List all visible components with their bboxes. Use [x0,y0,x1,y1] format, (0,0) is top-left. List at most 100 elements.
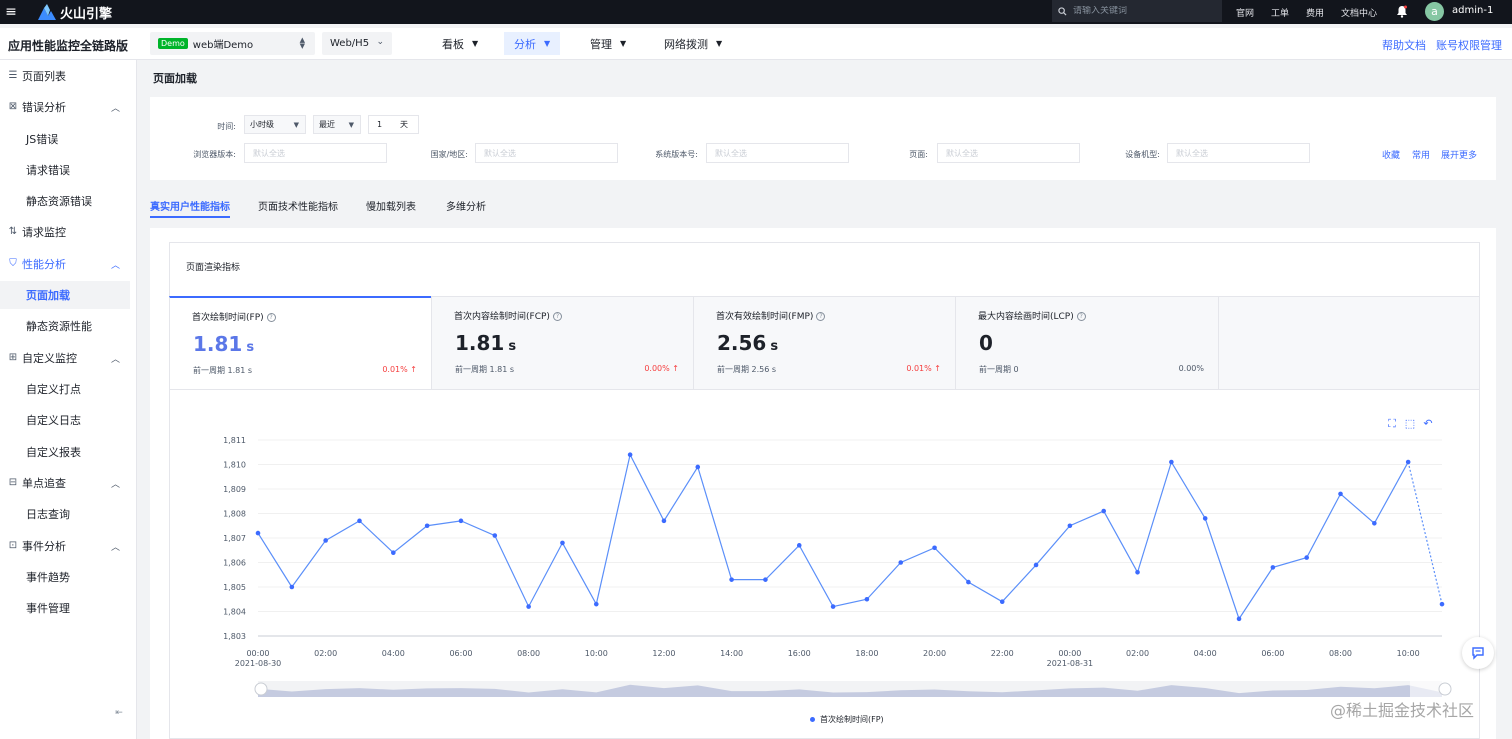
chevron-down-icon: ▼ [293,120,299,129]
data-point [864,596,870,602]
metric-card-fcp[interactable]: 首次内容绘制时间(FCP)? 1.81 s 前一周期 1.81 s 0.00% ↑ [431,296,693,390]
metric-card-fmp[interactable]: 首次有效绘制时间(FMP)? 2.56 s 前一周期 2.56 s 0.01% ↑ [693,296,955,390]
nav-network-probe[interactable]: 网络拨测 ▼ [654,32,732,55]
device-model-select[interactable] [1167,143,1310,163]
help-icon[interactable]: ? [1076,312,1086,321]
arrow-up-icon: ↑ [934,364,941,373]
bell-icon[interactable] [1396,5,1408,18]
granularity-select[interactable]: 小时级 ▼ [244,115,306,134]
series-line [257,452,1409,621]
sidebar-item-static-resource-error[interactable]: 静态资源错误 [0,187,136,215]
x-tick-label: 10:00 [1397,649,1420,658]
metric-card-fp[interactable]: 首次绘制时间(FP)? 1.81 s 前一周期 1.81 s 0.01% ↑ [169,296,431,390]
nav-manage[interactable]: 管理 ▼ [580,32,636,55]
sidebar: ☰ 页面列表 ⊠ 错误分析 ︿ JS错误 请求错误 静态资源错误 ⇅ 请求监控 ⛉ 性能分… [0,60,137,739]
sidebar-item-request-monitor[interactable]: ⇅ 请求监控 [0,218,136,246]
browser-version-label: 浏览器版本: [193,150,236,159]
product-title: 应用性能监控全链路版 [8,39,129,53]
sidebar-group-event-analysis[interactable]: ⊡ 事件分析 ︿ [0,532,136,560]
username[interactable]: admin-1 [1452,5,1493,16]
sidebar-item-event-trend[interactable]: 事件趋势 [0,563,136,591]
range-select[interactable]: 最近 ▼ [313,115,361,134]
avatar[interactable]: a [1425,2,1444,21]
expand-more-link[interactable]: 展开更多 [1441,148,1477,161]
sidebar-group-custom-monitor[interactable]: ⊞ 自定义监控 ︿ [0,344,136,372]
sidebar-item-event-manage[interactable]: 事件管理 [0,594,136,622]
sidebar-item-page-load[interactable]: 页面加载 [0,281,130,309]
sidebar-item-custom-report[interactable]: 自定义报表 [0,438,136,466]
link-official-site[interactable]: 官网 [1236,6,1254,19]
account-permission-link[interactable]: 账号权限管理 [1436,37,1502,53]
app-selector[interactable]: Demo web端Demo ▲ ▼ [150,32,315,55]
chart-legend[interactable]: 首次绘制时间(FP) [810,714,884,725]
help-icon[interactable]: ? [266,313,276,322]
help-icon[interactable]: ? [816,312,826,321]
data-point [526,604,531,609]
help-docs-link[interactable]: 帮助文档 [1382,37,1426,53]
nav-analysis[interactable]: 分析 ▼ [504,32,561,55]
feedback-button[interactable] [1462,637,1494,669]
tab-multi-dimension[interactable]: 多维分析 [446,198,486,218]
search-icon [1058,6,1067,16]
data-point [1135,570,1140,575]
brand-logo[interactable]: 火山引擎 [38,3,112,22]
nav-dashboard[interactable]: 看板 ▼ [432,32,488,55]
data-point [289,584,295,590]
link-tickets[interactable]: 工单 [1271,6,1289,19]
favorite-link[interactable]: 收藏 [1382,148,1400,161]
sidebar-group-single-trace[interactable]: ⊟ 单点追查 ︿ [0,469,136,497]
global-search[interactable] [1052,0,1222,22]
data-point [560,540,565,546]
arrow-up-icon: ↑ [410,365,417,374]
link-docs[interactable]: 文档中心 [1341,6,1377,19]
tab-real-user-metrics[interactable]: 真实用户性能指标 [150,198,230,218]
sub-header: 应用性能监控全链路版 Demo web端Demo ▲ ▼ Web/H5 ⌄ 看板 ▼… [0,28,1512,60]
tab-tech-metrics[interactable]: 页面技术性能指标 [258,198,338,218]
y-tick-label: 1,808 [223,510,246,519]
x-tick-label: 04:00 [382,649,405,658]
collapse-sidebar-icon[interactable]: ⇤ [112,708,126,722]
link-billing[interactable]: 费用 [1306,6,1324,19]
common-link[interactable]: 常用 [1412,148,1430,161]
sidebar-item-page-list[interactable]: ☰ 页面列表 [0,62,136,90]
hamburger-menu-icon[interactable]: ≡ [0,0,22,24]
filter-panel [150,97,1496,180]
tab-slow-load-list[interactable]: 慢加载列表 [366,198,416,218]
page-filter-select[interactable] [937,143,1080,163]
x-tick-label: 22:00 [991,649,1014,658]
x-tick-label: 08:00 [517,649,540,658]
sidebar-item-label: 日志查询 [26,508,70,521]
browser-version-select[interactable] [244,143,387,163]
sidebar-item-log-query[interactable]: 日志查询 [0,500,136,528]
event-icon: ⊡ [8,540,18,551]
sidebar-item-js-error[interactable]: JS错误 [0,125,136,153]
sidebar-group-error-analysis[interactable]: ⊠ 错误分析 ︿ [0,93,136,121]
search-input[interactable] [1073,6,1203,16]
sidebar-item-custom-log[interactable]: 自定义日志 [0,406,136,434]
sidebar-item-request-error[interactable]: 请求错误 [0,156,136,184]
sidebar-item-label: 事件管理 [26,602,70,615]
metric-change: 0.01% ↑ [906,364,941,373]
chevron-down-icon: ▼ [348,120,354,129]
sidebar-item-label: 事件分析 [22,540,66,553]
sidebar-group-performance[interactable]: ⛉ 性能分析 ︿ [0,250,136,278]
os-version-select[interactable] [706,143,849,163]
os-version-label: 系统版本号: [655,150,698,159]
sort-arrows-icon: ▲ ▼ [299,36,305,50]
range-count-input[interactable]: 1 天 [368,115,419,134]
y-tick-label: 1,806 [223,559,246,568]
platform-selector[interactable]: Web/H5 ⌄ [322,32,392,55]
nav-analysis-label: 分析 [514,37,536,51]
region-select[interactable] [475,143,618,163]
sidebar-item-custom-point[interactable]: 自定义打点 [0,375,136,403]
sidebar-item-static-resource-perf[interactable]: 静态资源性能 [0,312,136,340]
help-icon[interactable]: ? [552,312,562,321]
x-tick-label: 04:00 [1194,649,1217,658]
metric-title: 首次绘制时间(FP) [192,313,264,323]
metric-change: 0.00% ↑ [644,364,679,373]
data-point [1236,616,1242,622]
sidebar-item-label: 单点追查 [22,477,66,490]
metric-card-lcp[interactable]: 最大内容绘画时间(LCP)? 0 前一周期 0 0.00% [955,296,1218,390]
legend-dot [810,717,815,722]
metric-title: 首次内容绘制时间(FCP) [454,312,550,322]
